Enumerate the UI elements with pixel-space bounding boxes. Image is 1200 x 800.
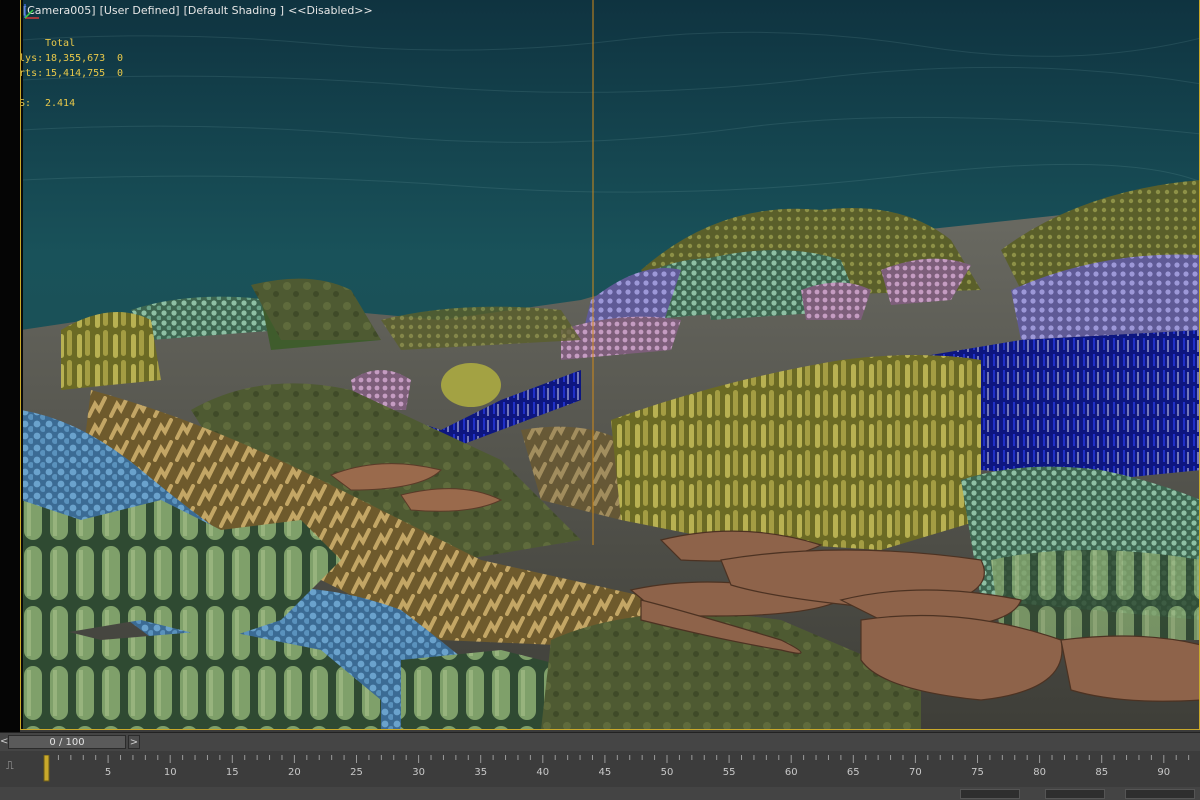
viewport-label: [+][Camera005][User Defined][Default Sha… bbox=[21, 4, 377, 17]
track-tick-label: 80 bbox=[1033, 767, 1046, 778]
track-tick-label: 75 bbox=[971, 767, 984, 778]
track-tick-label: 15 bbox=[226, 767, 239, 778]
track-tick-label: 40 bbox=[536, 767, 549, 778]
coral-green-right bbox=[991, 550, 1199, 640]
curve-editor-icon[interactable]: ⎍ bbox=[6, 759, 22, 773]
track-tick-label: 55 bbox=[723, 767, 736, 778]
track-ruler: 5 10 15 20 25 30 35 40 45 50 55 60 65 70 75 80 85 90 bbox=[38, 755, 1200, 783]
status-bar bbox=[0, 787, 1200, 800]
stats-verts-selected: 0 bbox=[117, 68, 124, 79]
time-slider-bar: < 0 / 100 > bbox=[0, 732, 1200, 751]
viewport-scene bbox=[21, 0, 1199, 729]
track-tick-label: 85 bbox=[1095, 767, 1108, 778]
track-tick-label: 70 bbox=[909, 767, 922, 778]
brain-coral bbox=[441, 363, 501, 407]
track-tick-label: 45 bbox=[599, 767, 612, 778]
time-next-button[interactable]: > bbox=[128, 735, 140, 749]
coral-yellow-back-left bbox=[61, 312, 161, 390]
track-area[interactable]: 5 10 15 20 25 30 35 40 45 50 55 60 65 70 75 80 85 90 bbox=[38, 755, 1200, 783]
coord-y-field[interactable] bbox=[1045, 789, 1105, 799]
stats-polys-label: Polys: bbox=[21, 53, 44, 64]
track-tick-label: 65 bbox=[847, 767, 860, 778]
current-frame-marker bbox=[43, 755, 50, 782]
viewport-view-menu[interactable]: [User Defined] bbox=[100, 4, 180, 17]
track-tick-label: 20 bbox=[288, 767, 301, 778]
time-slider-thumb[interactable]: 0 / 100 bbox=[8, 735, 126, 749]
left-panel-strip bbox=[0, 0, 20, 732]
stats-verts-label: Verts: bbox=[21, 68, 44, 79]
coord-z-field[interactable] bbox=[1125, 789, 1195, 799]
track-tick-label: 10 bbox=[164, 767, 177, 778]
stats-polys-value: 18,355,673 bbox=[45, 53, 106, 64]
coord-x-field[interactable] bbox=[960, 789, 1020, 799]
track-tick-label: 90 bbox=[1157, 767, 1170, 778]
scene-statistics: Total Polys:18,355,673 0 Verts:15,414,755… bbox=[20, 36, 124, 111]
stats-polys-selected: 0 bbox=[117, 53, 124, 64]
viewport-shading-menu[interactable]: [Default Shading ] bbox=[184, 4, 284, 17]
track-tick-label: 30 bbox=[412, 767, 425, 778]
track-tick-label: 60 bbox=[785, 767, 798, 778]
stats-total-header: Total bbox=[45, 38, 76, 49]
stats-fps-value: 2.414 bbox=[45, 98, 76, 109]
coral-pink-mid bbox=[801, 282, 871, 320]
time-prev-arrow[interactable]: < bbox=[0, 735, 8, 749]
stats-verts-value: 15,414,755 bbox=[45, 68, 106, 79]
viewport-disabled-menu[interactable]: <<Disabled>> bbox=[288, 4, 373, 17]
track-tick-label: 25 bbox=[350, 767, 363, 778]
perspective-viewport[interactable]: [+][Camera005][User Defined][Default Sha… bbox=[20, 0, 1200, 730]
track-tick-label: 35 bbox=[474, 767, 487, 778]
stats-fps-label: FPS: bbox=[20, 98, 32, 109]
track-tick-label: 50 bbox=[661, 767, 674, 778]
axis-tripod-icon bbox=[24, 4, 39, 19]
track-tick-label: 5 bbox=[105, 767, 111, 778]
track-bar[interactable]: ⎍ 5 10 15 20 25 30 35 40 45 50 55 60 65 70 75 80 85 90 bbox=[0, 751, 1200, 787]
